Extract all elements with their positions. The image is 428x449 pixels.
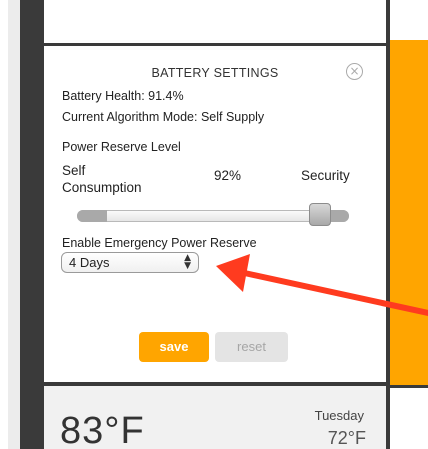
side-panel-bottom <box>390 385 428 449</box>
slider-left-cap <box>77 210 107 222</box>
self-consumption-label: Self Consumption <box>62 162 182 196</box>
algorithm-mode-text: Current Algorithm Mode: Self Supply <box>62 110 265 124</box>
power-reserve-label: Power Reserve Level <box>62 140 181 154</box>
low-temperature: 72°F <box>327 428 366 448</box>
power-reserve-slider-handle[interactable] <box>309 203 331 226</box>
emergency-reserve-select[interactable]: 4 Days ▲ ▼ <box>61 252 199 273</box>
emergency-reserve-value: 4 Days <box>69 255 110 270</box>
top-card <box>44 0 386 46</box>
self-consumption-line2: Consumption <box>62 180 142 195</box>
security-label: Security <box>301 168 350 183</box>
save-button[interactable]: save <box>139 332 209 362</box>
page: BATTERY SETTINGS × Battery Health: 91.4%… <box>0 0 428 449</box>
weather-day: Tuesday <box>314 408 364 423</box>
battery-health-text: Battery Health: 91.4% <box>62 89 184 103</box>
close-icon[interactable]: × <box>346 63 363 80</box>
battery-settings-card: BATTERY SETTINGS × Battery Health: 91.4%… <box>44 46 386 382</box>
reset-button[interactable]: reset <box>215 332 288 362</box>
self-consumption-line1: Self <box>62 163 86 178</box>
side-panel-top <box>390 0 428 43</box>
slider-right-cap <box>331 210 349 222</box>
current-temperature: 83°F <box>60 410 145 449</box>
emergency-reserve-label: Enable Emergency Power Reserve <box>62 236 257 250</box>
reserve-percentage: 92% <box>214 168 242 183</box>
settings-title: BATTERY SETTINGS <box>151 66 279 80</box>
weather-card: 83°F Tuesday 72°F <box>44 386 386 449</box>
left-sidebar-bar <box>20 0 44 449</box>
updown-arrows-icon: ▲ ▼ <box>184 253 191 271</box>
orange-side-panel[interactable] <box>390 40 428 385</box>
